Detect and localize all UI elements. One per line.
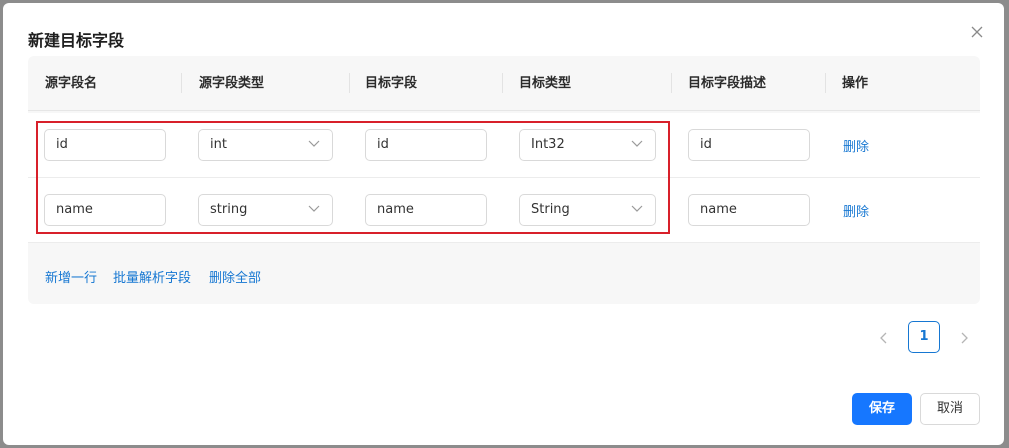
header-target-desc: 目标字段描述 (688, 76, 767, 91)
target-desc-input[interactable]: name (688, 194, 810, 226)
delete-row-link[interactable]: 删除 (843, 136, 869, 155)
highlight-box (36, 121, 670, 234)
target-desc-input[interactable]: id (688, 129, 810, 161)
close-icon[interactable] (968, 23, 986, 41)
header-action: 操作 (842, 76, 869, 91)
chevron-right-icon[interactable] (949, 323, 979, 353)
dialog-title: 新建目标字段 (28, 31, 125, 50)
add-row-link[interactable]: 新增一行 (45, 267, 97, 286)
header-target-type: 目标类型 (519, 76, 572, 91)
cancel-button[interactable]: 取消 (920, 393, 980, 425)
header-target-field: 目标字段 (365, 76, 418, 91)
header-source-name: 源字段名 (45, 76, 98, 91)
batch-parse-link[interactable]: 批量解析字段 (113, 267, 191, 286)
header-separator (825, 73, 826, 93)
page-number-button[interactable]: 1 (908, 321, 940, 353)
header-separator (349, 73, 350, 93)
header-source-type: 源字段类型 (199, 76, 265, 91)
delete-all-link[interactable]: 删除全部 (209, 267, 261, 286)
table-header: 源字段名 源字段类型 目标字段 目标类型 目标字段描述 操作 (28, 56, 980, 111)
header-separator (502, 73, 503, 93)
delete-row-link[interactable]: 删除 (843, 201, 869, 220)
save-button[interactable]: 保存 (852, 393, 912, 425)
header-separator (181, 73, 182, 93)
chevron-left-icon[interactable] (869, 323, 899, 353)
header-separator (671, 73, 672, 93)
